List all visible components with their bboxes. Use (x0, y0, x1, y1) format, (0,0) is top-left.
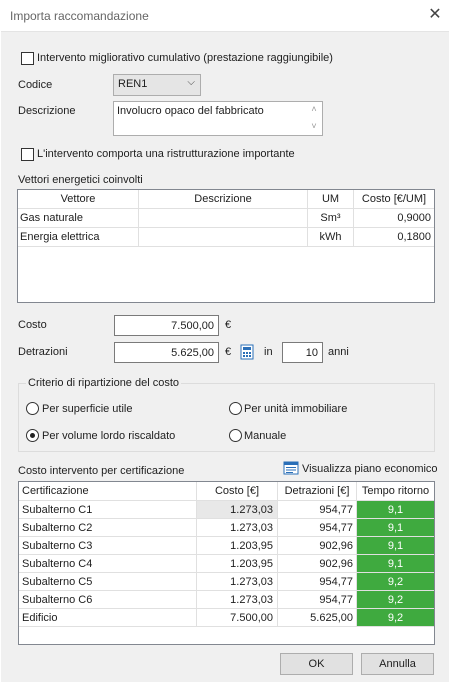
cert-header-detrazioni[interactable]: Detrazioni [€] (278, 485, 356, 497)
window-title: Importa raccomandazione (10, 9, 149, 23)
descrizione-value: Involucro opaco del fabbricato (117, 105, 264, 117)
costo-value: 7.500,00 (171, 320, 214, 332)
criterio-label: Criterio di ripartizione del costo (26, 377, 182, 389)
cert-row-costo[interactable]: 1.273,03 (197, 522, 273, 534)
detrazioni-unit: € (225, 346, 232, 358)
vettori-cell-vettore[interactable]: Gas naturale (20, 212, 83, 224)
cert-row-name[interactable]: Subalterno C4 (22, 558, 92, 570)
scroll-down-icon[interactable]: ˅ (309, 121, 319, 131)
detrazioni-in-label: in (264, 346, 273, 358)
vettori-header-descrizione[interactable]: Descrizione (139, 193, 307, 205)
cert-row-name[interactable]: Subalterno C2 (22, 522, 92, 534)
cert-row-costo[interactable]: 1.273,03 (197, 576, 273, 588)
costo-label: Costo (18, 319, 47, 331)
radio-per-superficie-utile-label: Per superficie utile (42, 403, 133, 415)
visualizza-piano-economico-link[interactable]: Visualizza piano economico (302, 463, 438, 475)
vettori-header-costo[interactable]: Costo [€/UM] (354, 193, 434, 205)
cert-header-costo[interactable]: Costo [€] (197, 485, 277, 497)
ristrutturazione-checkbox[interactable] (21, 148, 34, 161)
cert-row-name[interactable]: Subalterno C5 (22, 576, 92, 588)
detrazioni-input[interactable]: 5.625,00 (114, 342, 219, 363)
certificazione-label: Costo intervento per certificazione (18, 465, 185, 477)
scroll-up-icon[interactable]: ˄ (309, 104, 319, 114)
cert-row-detrazioni[interactable]: 954,77 (278, 504, 353, 516)
cert-row-costo[interactable]: 1.273,03 (197, 594, 273, 606)
radio-per-volume-lordo-riscaldato[interactable] (26, 429, 39, 442)
vettori-header-vettore[interactable]: Vettore (18, 193, 138, 205)
cert-header-tempo-ritorno[interactable]: Tempo ritorno (357, 485, 434, 497)
cert-row-tempo-ritorno[interactable]: 9,2 (357, 594, 434, 606)
cert-row-detrazioni[interactable]: 5.625,00 (278, 612, 353, 624)
radio-per-volume-lordo-riscaldato-label: Per volume lordo riscaldato (42, 430, 176, 442)
radio-per-unita-immobiliare-label: Per unità immobiliare (244, 403, 348, 415)
radio-manuale-label: Manuale (244, 430, 287, 442)
vettori-cell-um[interactable]: Sm³ (308, 212, 353, 224)
radio-per-unita-immobiliare[interactable] (229, 402, 242, 415)
radio-manuale[interactable] (229, 429, 242, 442)
costo-input[interactable]: 7.500,00 (114, 315, 219, 336)
ok-button[interactable]: OK (280, 653, 353, 675)
cert-row-name[interactable]: Subalterno C1 (22, 504, 92, 516)
cert-row-name[interactable]: Edificio (22, 612, 57, 624)
detrazioni-label: Detrazioni (18, 346, 68, 358)
title-bar: Importa raccomandazione ✕ (0, 0, 450, 31)
cert-row-tempo-ritorno[interactable]: 9,1 (357, 504, 434, 516)
costo-unit: € (225, 319, 232, 331)
vettori-cell-um[interactable]: kWh (308, 231, 353, 243)
cert-row-detrazioni[interactable]: 954,77 (278, 522, 353, 534)
certificazione-table[interactable]: Certificazione Costo [€] Detrazioni [€] … (18, 481, 435, 645)
cert-row-name[interactable]: Subalterno C6 (22, 594, 92, 606)
cert-row-tempo-ritorno[interactable]: 9,2 (357, 612, 434, 624)
intervento-migliorativo-checkbox[interactable] (21, 52, 34, 65)
cert-row-tempo-ritorno[interactable]: 9,2 (357, 576, 434, 588)
vettori-cell-costo[interactable]: 0,1800 (354, 231, 431, 243)
cert-row-detrazioni[interactable]: 902,96 (278, 558, 353, 570)
cert-row-costo[interactable]: 1.203,95 (197, 558, 273, 570)
calculator-icon[interactable] (240, 344, 254, 360)
codice-value: REN1 (118, 78, 148, 90)
cert-row-costo[interactable]: 1.203,95 (197, 540, 273, 552)
cert-row-tempo-ritorno[interactable]: 9,1 (357, 522, 434, 534)
vettori-label: Vettori energetici coinvolti (18, 174, 143, 186)
intervento-migliorativo-label: Intervento migliorativo cumulativo (pres… (37, 52, 333, 64)
cancel-button[interactable]: Annulla (361, 653, 434, 675)
cert-row-detrazioni[interactable]: 902,96 (278, 540, 353, 552)
detrazioni-value: 5.625,00 (171, 347, 214, 359)
piano-economico-icon[interactable] (283, 461, 299, 475)
cert-row-tempo-ritorno[interactable]: 9,1 (357, 540, 434, 552)
cert-row-tempo-ritorno[interactable]: 9,1 (357, 558, 434, 570)
cert-row-detrazioni[interactable]: 954,77 (278, 594, 353, 606)
detrazioni-years-label: anni (328, 346, 349, 358)
detrazioni-years-input[interactable]: 10 (282, 342, 323, 363)
cert-row-name[interactable]: Subalterno C3 (22, 540, 92, 552)
codice-select[interactable]: REN1 ⌵ (113, 74, 201, 96)
descrizione-field[interactable]: Involucro opaco del fabbricato ˄ ˅ (113, 101, 323, 136)
vettori-table[interactable]: Vettore Descrizione UM Costo [€/UM] Gas … (17, 189, 435, 303)
radio-per-superficie-utile[interactable] (26, 402, 39, 415)
cert-row-detrazioni[interactable]: 954,77 (278, 576, 353, 588)
cert-header-certificazione[interactable]: Certificazione (22, 485, 89, 497)
chevron-down-icon: ⌵ (187, 77, 195, 88)
vettori-header-um[interactable]: UM (308, 193, 353, 205)
cert-row-costo[interactable]: 7.500,00 (197, 612, 273, 624)
vettori-cell-vettore[interactable]: Energia elettrica (20, 231, 100, 243)
detrazioni-years-value: 10 (305, 347, 318, 359)
codice-label: Codice (18, 79, 53, 91)
ristrutturazione-label: L'intervento comporta una ristrutturazio… (37, 148, 295, 160)
descrizione-label: Descrizione (18, 105, 76, 117)
close-icon[interactable]: ✕ (427, 6, 443, 24)
vettori-cell-costo[interactable]: 0,9000 (354, 212, 431, 224)
cert-row-costo[interactable]: 1.273,03 (197, 504, 273, 516)
